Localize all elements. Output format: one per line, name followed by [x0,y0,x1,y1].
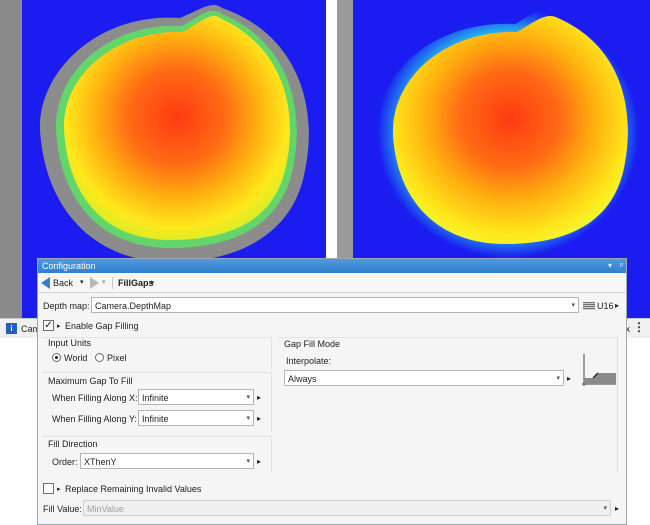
fill-value-value: MinValue [87,504,124,514]
panel-menu-icon[interactable]: ▾ [608,261,612,271]
chevron-down-icon: ▾ [571,302,575,309]
forward-history-dropdown-icon[interactable]: ▾ [102,278,106,286]
panel-title-bar[interactable]: Configuration ▾ ᵖ [38,259,626,273]
breadcrumb-arrow-icon[interactable]: ▸ [151,278,155,286]
enable-gap-filling-checkbox[interactable]: ✓ [43,320,54,331]
depth-map-type: U16 [597,301,614,311]
order-arrow-icon[interactable]: ▸ [257,457,261,466]
back-history-dropdown-icon[interactable]: ▾ [80,278,84,286]
chevron-down-icon: ▾ [246,415,250,422]
gap-fill-mode-title: Gap Fill Mode [284,339,341,349]
back-arrow-icon[interactable] [41,277,50,289]
back-button[interactable]: Back [53,278,73,288]
radio-pixel[interactable] [95,353,104,362]
chevron-down-icon: ▾ [246,458,250,465]
expand-arrow-icon[interactable]: ▸ [57,322,61,330]
gap-x-arrow-icon[interactable]: ▸ [257,393,261,402]
interpolate-label: Interpolate: [286,356,332,366]
max-gap-title: Maximum Gap To Fill [48,376,133,386]
depth-map-select[interactable]: Camera.DepthMap ▾ [91,297,579,313]
gap-y-value: Infinite [142,414,169,424]
gap-x-select[interactable]: Infinite ▾ [138,389,254,405]
gap-y-arrow-icon[interactable]: ▸ [257,414,261,423]
replace-invalid-label: Replace Remaining Invalid Values [65,484,202,494]
gap-y-label: When Filling Along Y: [52,414,137,424]
input-units-title: Input Units [48,338,92,348]
more-options-icon[interactable]: ⋮ [633,321,645,333]
chevron-down-icon: ▾ [246,394,250,401]
navigation-bar: Back ▾ ▾ FillGaps ▸ [38,273,626,293]
panel-title: Configuration [42,261,96,271]
forward-arrow-icon[interactable] [90,277,99,289]
radio-world[interactable] [52,353,61,362]
radio-pixel-label: Pixel [107,353,127,363]
fill-direction-title: Fill Direction [48,439,98,449]
gap-y-select[interactable]: Infinite ▾ [138,410,254,426]
info-icon: i [6,323,17,334]
breadcrumb[interactable]: FillGaps [118,278,154,288]
image-type-icon [583,302,595,310]
depth-map-type-arrow-icon[interactable]: ▸ [615,301,619,310]
interpolate-select[interactable]: Always ▾ [284,370,564,386]
order-select[interactable]: XThenY ▾ [80,453,254,469]
depth-map-label: Depth map: [43,301,90,311]
fill-value-arrow-icon[interactable]: ▸ [615,504,619,513]
interpolate-value: Always [288,374,317,384]
fill-value-label: Fill Value: [43,504,82,514]
gap-x-value: Infinite [142,393,169,403]
nav-separator [112,277,113,289]
enable-gap-filling-label: Enable Gap Filling [65,321,139,331]
expand-arrow-icon[interactable]: ▸ [57,485,61,493]
chevron-down-icon: ▾ [556,375,560,382]
panel-pin-icon[interactable]: ᵖ [620,261,623,271]
chevron-down-icon: ▾ [603,505,607,512]
interpolate-arrow-icon[interactable]: ▸ [567,374,571,383]
depth-map-value: Camera.DepthMap [95,301,172,311]
order-label: Order: [52,457,78,467]
fill-value-select[interactable]: MinValue ▾ [83,500,611,516]
radio-world-label: World [64,353,88,363]
gap-x-label: When Filling Along X: [52,393,138,403]
order-value: XThenY [84,457,117,467]
interpolation-profile-icon [582,354,616,386]
configuration-panel: Configuration ▾ ᵖ Back ▾ ▾ FillGaps ▸ De… [37,258,627,525]
replace-invalid-checkbox[interactable] [43,483,54,494]
